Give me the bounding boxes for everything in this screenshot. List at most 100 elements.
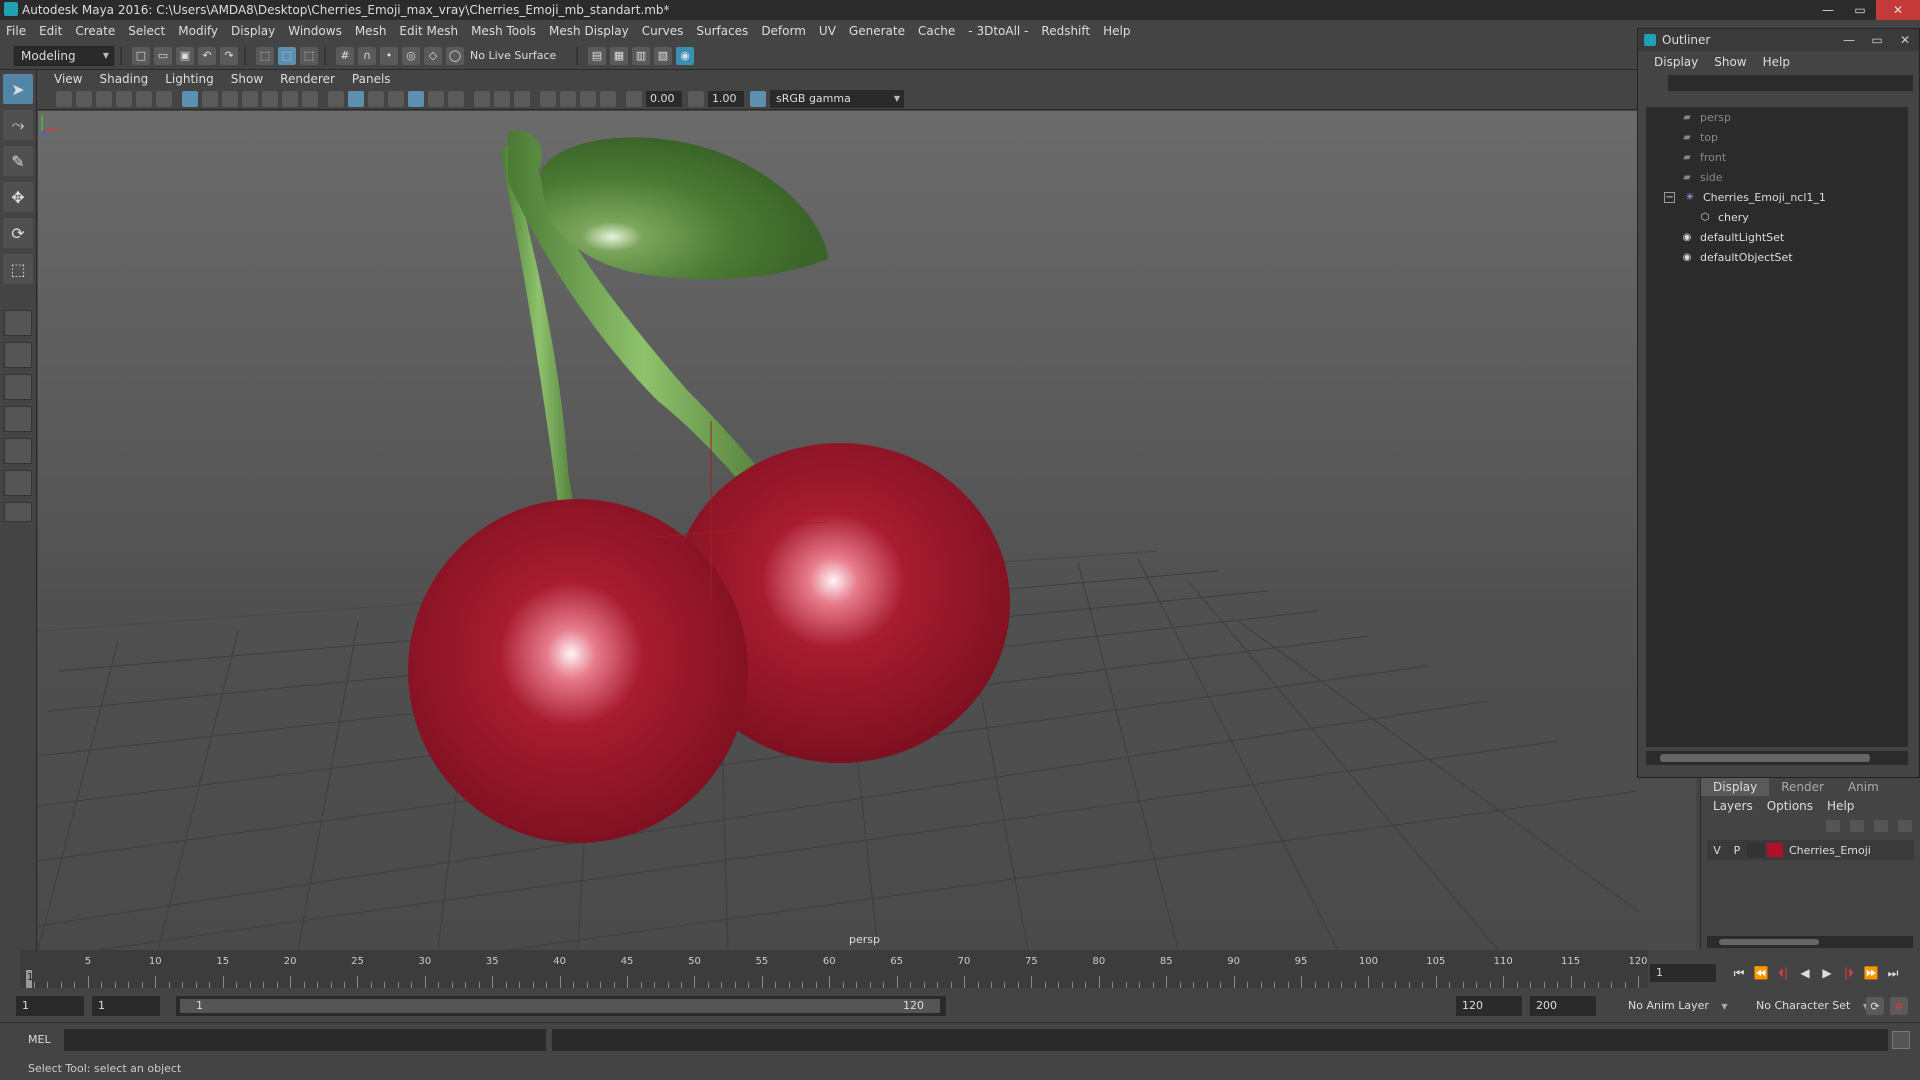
menu-uv[interactable]: UV xyxy=(819,24,836,38)
scrollbar-thumb[interactable] xyxy=(1660,754,1870,762)
outliner-maximize-button[interactable]: ▭ xyxy=(1863,29,1891,51)
panel-menu-shading[interactable]: Shading xyxy=(99,72,148,86)
move-layer-up-icon[interactable] xyxy=(1826,820,1840,832)
new-layer-from-selected-icon[interactable] xyxy=(1898,820,1912,832)
smooth-shade-icon[interactable] xyxy=(348,90,364,107)
layer-menu-help[interactable]: Help xyxy=(1827,799,1854,813)
select-component-icon[interactable]: ⬚ xyxy=(300,46,318,65)
outliner-item-side[interactable]: ▰ side xyxy=(1646,167,1908,187)
layer-display-type-toggle[interactable] xyxy=(1747,843,1765,857)
character-set-dropdown[interactable]: No Character Set xyxy=(1756,996,1869,1016)
playback-start-field[interactable]: 1 xyxy=(92,996,160,1016)
safe-title-icon[interactable] xyxy=(302,90,318,107)
step-forward-key-button[interactable]: |⏵ xyxy=(1838,964,1860,982)
layer-row[interactable]: V P Cherries_Emoji xyxy=(1707,840,1914,860)
menu-create[interactable]: Create xyxy=(75,24,115,38)
step-back-key-button[interactable]: ⏴| xyxy=(1772,964,1794,982)
new-scene-icon[interactable]: □ xyxy=(132,46,150,65)
new-layer-icon[interactable] xyxy=(1874,820,1888,832)
wireframe-on-shaded-icon[interactable] xyxy=(408,90,424,107)
move-layer-down-icon[interactable] xyxy=(1850,820,1864,832)
playback-end-field[interactable]: 120 xyxy=(1456,996,1522,1016)
image-plane-icon[interactable] xyxy=(116,90,132,107)
menu-mesh[interactable]: Mesh xyxy=(355,24,387,38)
render-view-icon[interactable]: ▧ xyxy=(654,46,672,65)
depth-of-field-icon[interactable] xyxy=(514,90,530,107)
snap-point-icon[interactable]: • xyxy=(380,46,398,65)
outliner-minimize-button[interactable]: — xyxy=(1835,29,1863,51)
x-ray-joints-icon[interactable] xyxy=(580,90,596,107)
ipr-render-icon[interactable]: ▥ xyxy=(632,46,650,65)
outliner-menu-display[interactable]: Display xyxy=(1654,55,1698,69)
command-input[interactable] xyxy=(64,1029,546,1051)
shadows-icon[interactable] xyxy=(428,90,444,107)
menu-file[interactable]: File xyxy=(6,24,26,38)
render-frame-icon[interactable]: ▦ xyxy=(610,46,628,65)
anim-layer-dropdown[interactable]: No Anim Layer xyxy=(1628,996,1728,1016)
scale-tool-icon[interactable]: ⬚ xyxy=(3,254,33,284)
menu-set-dropdown[interactable]: Modeling xyxy=(14,45,114,66)
menu-edit-mesh[interactable]: Edit Mesh xyxy=(399,24,458,38)
animation-start-field[interactable]: 1 xyxy=(16,996,84,1016)
menu-display[interactable]: Display xyxy=(231,24,275,38)
textured-icon[interactable] xyxy=(388,90,404,107)
step-forward-frame-button[interactable]: ⏩ xyxy=(1860,964,1882,982)
menu-modify[interactable]: Modify xyxy=(178,24,218,38)
close-button[interactable]: ✕ xyxy=(1876,0,1920,20)
four-view-layout-icon[interactable] xyxy=(4,342,32,368)
outliner-item-chery[interactable]: ⬡ chery xyxy=(1646,207,1908,227)
move-tool-icon[interactable]: ✥ xyxy=(3,182,33,212)
outliner-item-front[interactable]: ▰ front xyxy=(1646,147,1908,167)
auto-key-icon[interactable]: ⟳ xyxy=(1866,997,1884,1015)
open-scene-icon[interactable]: ▭ xyxy=(154,46,172,65)
scrollbar-thumb[interactable] xyxy=(1719,939,1819,945)
outliner-item-default-object-set[interactable]: ◉ defaultObjectSet xyxy=(1646,247,1908,267)
panel-menu-panels[interactable]: Panels xyxy=(352,72,391,86)
layer-menu-options[interactable]: Options xyxy=(1767,799,1813,813)
play-backwards-button[interactable]: ◀ xyxy=(1794,964,1816,982)
menu-3dtoall[interactable]: - 3DtoAll - xyxy=(968,24,1028,38)
two-d-pan-icon[interactable] xyxy=(136,90,152,107)
safe-action-icon[interactable] xyxy=(282,90,298,107)
select-tool-icon[interactable]: ➤ xyxy=(3,74,33,104)
select-camera-icon[interactable] xyxy=(56,90,72,107)
outliner-item-group[interactable]: − ✳ Cherries_Emoji_ncl1_1 xyxy=(1646,187,1908,207)
menu-cache[interactable]: Cache xyxy=(918,24,955,38)
range-slider-track[interactable] xyxy=(180,999,940,1013)
persp-outliner-layout-icon[interactable] xyxy=(4,374,32,400)
undo-icon[interactable]: ↶ xyxy=(198,46,216,65)
camera-attributes-icon[interactable] xyxy=(76,90,92,107)
panel-menu-show[interactable]: Show xyxy=(231,72,263,86)
layer-playback-toggle[interactable]: P xyxy=(1727,844,1747,857)
panel-menu-view[interactable]: View xyxy=(54,72,82,86)
single-perspective-layout-icon[interactable] xyxy=(4,310,32,336)
panel-menu-lighting[interactable]: Lighting xyxy=(165,72,214,86)
menu-generate[interactable]: Generate xyxy=(849,24,905,38)
outliner-item-top[interactable]: ▰ top xyxy=(1646,127,1908,147)
select-object-icon[interactable]: ⬚ xyxy=(278,46,296,65)
step-back-frame-button[interactable]: ⏪ xyxy=(1750,964,1772,982)
script-editor-button[interactable] xyxy=(1892,1031,1910,1049)
default-lighting-icon[interactable] xyxy=(368,90,384,107)
snap-view-icon[interactable]: ◎ xyxy=(402,46,420,65)
gamma-field[interactable]: 1.00 xyxy=(708,90,744,107)
screen-space-ao-icon[interactable] xyxy=(448,90,464,107)
current-frame-field[interactable]: 1 xyxy=(1650,964,1716,982)
script-language-label[interactable]: MEL xyxy=(28,1033,51,1046)
gamma-icon[interactable] xyxy=(688,90,704,107)
hypershade-icon[interactable]: ◉ xyxy=(676,46,694,65)
field-chart-icon[interactable] xyxy=(262,90,278,107)
snap-curve-icon[interactable]: ∩ xyxy=(358,46,376,65)
hypershade-layout-icon[interactable] xyxy=(4,438,32,464)
rotate-tool-icon[interactable]: ⟳ xyxy=(3,218,33,248)
redo-icon[interactable]: ↷ xyxy=(220,46,238,65)
outliner-menu-show[interactable]: Show xyxy=(1714,55,1746,69)
persp-uv-layout-icon[interactable] xyxy=(4,470,32,496)
menu-mesh-display[interactable]: Mesh Display xyxy=(549,24,629,38)
menu-help[interactable]: Help xyxy=(1103,24,1130,38)
outliner-menu-help[interactable]: Help xyxy=(1763,55,1790,69)
custom-layout-icon[interactable] xyxy=(4,502,32,522)
wireframe-icon[interactable] xyxy=(328,90,344,107)
outliner-horizontal-scrollbar[interactable] xyxy=(1646,751,1908,765)
save-scene-icon[interactable]: ▣ xyxy=(176,46,194,65)
